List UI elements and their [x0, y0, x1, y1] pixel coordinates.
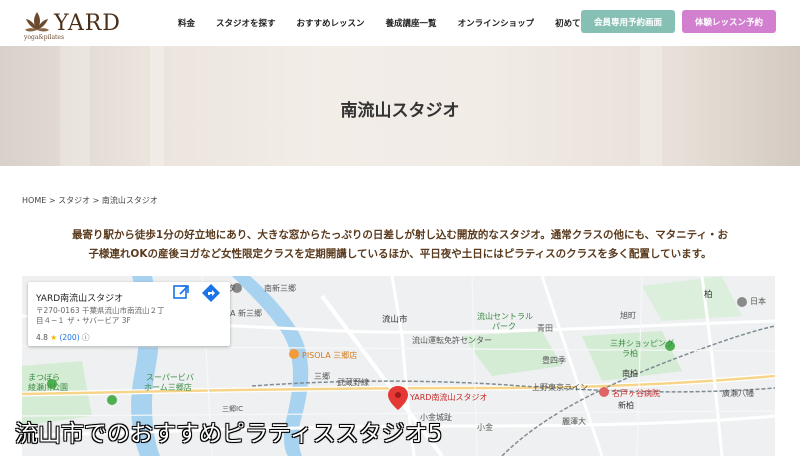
- rating-value: 4.8: [36, 333, 48, 342]
- breadcrumb-separator: >: [46, 196, 59, 205]
- nav-find-studio[interactable]: スタジオを探す: [216, 17, 276, 29]
- place-info-card[interactable]: YARD南流山スタジオ 〒270-0163 千葉県流山市南流山２丁目４−１ ザ・…: [28, 282, 230, 346]
- info-icon[interactable]: ⓘ: [82, 333, 90, 342]
- open-in-maps-icon[interactable]: [170, 282, 192, 304]
- map-label: ラ柏: [622, 349, 638, 358]
- map-label: 上野東京ライン: [532, 383, 588, 392]
- hero-banner: 南流山スタジオ: [0, 46, 800, 166]
- map-label: 三井ショッピング: [610, 339, 674, 348]
- map-label: 武蔵野線: [337, 378, 369, 387]
- place-title[interactable]: YARD南流山スタジオ: [36, 291, 123, 304]
- star-icon: ★: [50, 333, 58, 342]
- map-label: 南新三郷: [264, 284, 296, 293]
- nav-online-shop[interactable]: オンラインショップ: [458, 17, 535, 29]
- breadcrumb-separator: >: [90, 196, 102, 205]
- studio-description: 最寄り駅から徒歩1分の好立地にあり、大きな窓からたっぷりの日差しが射し込む開放的…: [22, 226, 778, 264]
- logo-text: YARD: [54, 11, 121, 36]
- map-label: 廣瀬八幡: [722, 389, 754, 398]
- page-title: 南流山スタジオ: [340, 101, 460, 121]
- map-label: 南柏: [622, 369, 638, 378]
- breadcrumb-home[interactable]: HOME: [22, 196, 46, 205]
- map-label: 流山市: [382, 315, 408, 325]
- place-address: 〒270-0163 千葉県流山市南流山２丁目４−１ ザ・サバービア 3F: [36, 306, 165, 325]
- nav-recommended-lessons[interactable]: おすすめレッスン: [297, 17, 365, 29]
- logo-subtitle: yoga&pilates: [24, 34, 65, 41]
- map-label: パーク: [492, 322, 516, 331]
- breadcrumb: HOME > スタジオ > 南流山スタジオ: [22, 195, 158, 206]
- map-label: PISOLA 三郷店: [302, 351, 358, 360]
- video-caption: 流山市でのおすすめピラティススタジオ5: [15, 421, 443, 447]
- map-label: A 新三郷: [230, 309, 263, 318]
- map-label: 名戸ヶ谷病院: [612, 389, 660, 398]
- map-label: 豊四季: [542, 356, 566, 365]
- yard-logo[interactable]: YARD yoga&pilates: [24, 8, 144, 41]
- map-label: 三郷IC: [222, 405, 243, 413]
- map-label: 小金: [477, 423, 493, 432]
- map-label: 三郷: [314, 372, 330, 381]
- place-rating: 4.8 ★ (200) ⓘ: [36, 332, 90, 343]
- map-label: 青田: [537, 324, 553, 333]
- site-header: YARD yoga&pilates 料金 スタジオを探す おすすめレッスン 養成…: [0, 0, 800, 46]
- review-count-link[interactable]: (200): [59, 333, 79, 342]
- map-label: 綾瀬川公園: [28, 383, 68, 392]
- breadcrumb-studio[interactable]: スタジオ: [58, 196, 90, 205]
- main-nav: 料金 スタジオを探す おすすめレッスン 養成講座一覧 オンラインショップ 初めて…: [178, 0, 627, 46]
- map-label: 柏: [704, 290, 713, 300]
- member-booking-button[interactable]: 会員専用予約画面: [581, 10, 675, 33]
- map-label: 新柏: [618, 401, 634, 410]
- map-label: 流山運転免許センター: [412, 336, 492, 345]
- studio-marker-label[interactable]: YARD南流山スタジオ: [410, 392, 487, 403]
- map-label: ホーム三郷店: [144, 383, 192, 392]
- description-line: 子様連れOKの産後ヨガなど女性限定クラスを定期開講しているほか、平日夜や土日には…: [88, 248, 712, 260]
- description-line: 最寄り駅から徒歩1分の好立地にあり、大きな窓からたっぷりの日差しが射し込む開放的…: [71, 229, 729, 241]
- map-label: 日本: [750, 297, 766, 306]
- trial-lesson-button[interactable]: 体験レッスン予約: [682, 10, 776, 33]
- map-label: 麗澤大: [562, 417, 586, 426]
- nav-training-courses[interactable]: 養成講座一覧: [386, 17, 437, 29]
- nav-pricing[interactable]: 料金: [178, 17, 195, 29]
- breadcrumb-current: 南流山スタジオ: [101, 196, 158, 205]
- directions-icon[interactable]: [200, 282, 222, 304]
- map-label: 旭町: [620, 311, 636, 320]
